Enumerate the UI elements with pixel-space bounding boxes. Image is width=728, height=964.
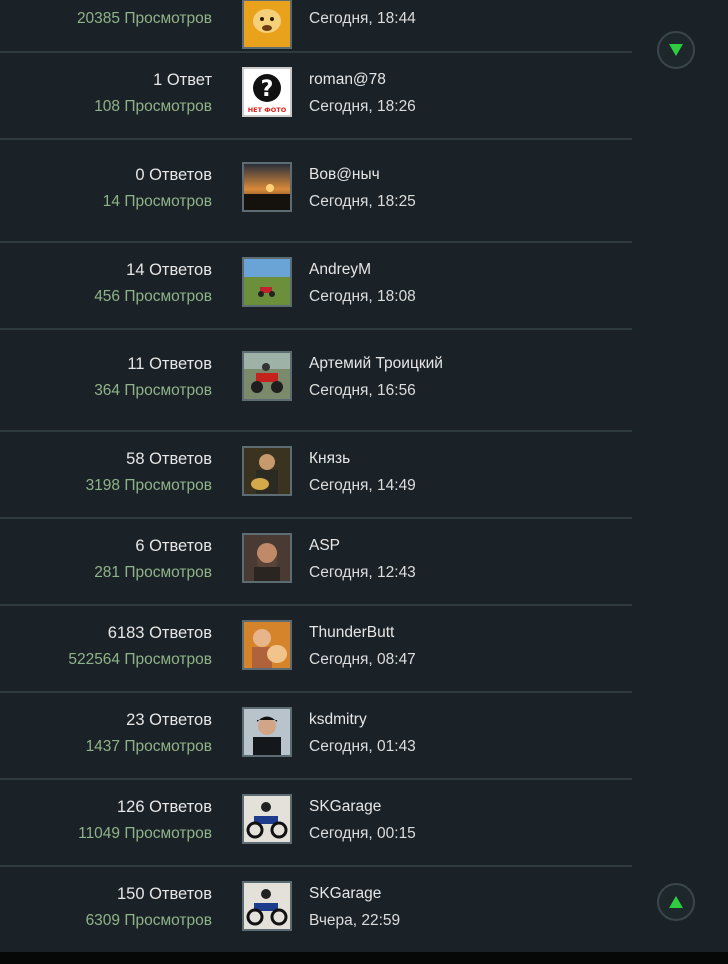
view-count: 108 Просмотров xyxy=(94,98,212,115)
scroll-down-button[interactable] xyxy=(657,31,695,69)
last-post-date[interactable]: Сегодня, 14:49 xyxy=(309,476,416,496)
view-count: 281 Просмотров xyxy=(94,564,212,581)
last-post-date[interactable]: Сегодня, 01:43 xyxy=(309,737,416,757)
author-link[interactable]: SKGarage xyxy=(309,884,400,904)
author-link[interactable]: ThunderButt xyxy=(309,623,416,643)
topic-row[interactable]: 126 Ответов 11049 Просмотров SKGarage Се… xyxy=(0,780,632,867)
reply-count: 23 Ответов xyxy=(126,711,212,729)
view-count: 11049 Просмотров xyxy=(78,825,212,842)
reply-count: 6 Ответов xyxy=(135,537,212,555)
scroll-up-button[interactable] xyxy=(657,883,695,921)
topic-row[interactable]: 20385 Просмотров Сегодня, 18:44 xyxy=(0,0,632,53)
topic-row[interactable]: 6183 Ответов 522564 Просмотров ThunderBu… xyxy=(0,606,632,693)
topic-row[interactable]: 150 Ответов 6309 Просмотров SKGarage Вче… xyxy=(0,867,632,952)
author-link[interactable]: SKGarage xyxy=(309,797,416,817)
topic-row[interactable]: 11 Ответов 364 Просмотров Артемий Троицк… xyxy=(0,330,632,432)
author-link[interactable]: Артемий Троицкий xyxy=(309,354,443,374)
avatar[interactable] xyxy=(242,162,292,212)
author-link[interactable]: Вов@ныч xyxy=(309,165,416,185)
view-count: 364 Просмотров xyxy=(94,382,212,399)
last-post-date[interactable]: Сегодня, 18:08 xyxy=(309,287,416,307)
author-link[interactable]: ksdmitry xyxy=(309,710,416,730)
bottom-bar xyxy=(0,952,728,964)
avatar[interactable] xyxy=(242,0,292,49)
view-count: 456 Просмотров xyxy=(94,288,212,305)
topic-row[interactable]: 6 Ответов 281 Просмотров ASP Сегодня, 12… xyxy=(0,519,632,606)
last-post-date[interactable]: Сегодня, 18:26 xyxy=(309,97,416,117)
last-post-date[interactable]: Сегодня, 08:47 xyxy=(309,650,416,670)
no-photo-label: НЕТ ФОТО xyxy=(248,106,287,114)
reply-count: 14 Ответов xyxy=(126,261,212,279)
topic-row[interactable]: 0 Ответов 14 Просмотров Вов@ныч Сегодня,… xyxy=(0,140,632,243)
last-post-date[interactable]: Вчера, 22:59 xyxy=(309,911,400,931)
topic-row[interactable]: 23 Ответов 1437 Просмотров ksdmitry Сего… xyxy=(0,693,632,780)
avatar[interactable] xyxy=(242,620,292,670)
last-post-date[interactable]: Сегодня, 00:15 xyxy=(309,824,416,844)
view-count: 6309 Просмотров xyxy=(85,912,212,929)
arrow-down-icon xyxy=(669,44,683,56)
author-link[interactable]: Князь xyxy=(309,449,416,469)
avatar[interactable] xyxy=(242,533,292,583)
svg-text:?: ? xyxy=(261,77,274,102)
last-post-date[interactable]: Сегодня, 16:56 xyxy=(309,381,443,401)
topic-row[interactable]: 1 Ответ 108 Просмотров ? НЕТ ФОТО roman@7… xyxy=(0,53,632,140)
avatar[interactable]: ? НЕТ ФОТО xyxy=(242,67,292,117)
reply-count: 58 Ответов xyxy=(126,450,212,468)
avatar[interactable] xyxy=(242,351,292,401)
view-count: 522564 Просмотров xyxy=(68,651,212,668)
avatar[interactable] xyxy=(242,707,292,757)
avatar[interactable] xyxy=(242,446,292,496)
last-post-date[interactable]: Сегодня, 18:25 xyxy=(309,192,416,212)
author-link[interactable]: AndreyM xyxy=(309,260,416,280)
view-count: 14 Просмотров xyxy=(102,193,212,210)
reply-count: 150 Ответов xyxy=(116,885,212,903)
last-post-date[interactable]: Сегодня, 18:44 xyxy=(309,9,416,29)
view-count: 3198 Просмотров xyxy=(85,477,212,494)
author-link[interactable]: roman@78 xyxy=(309,70,416,90)
last-post-date[interactable]: Сегодня, 12:43 xyxy=(309,563,416,583)
arrow-up-icon xyxy=(669,896,683,908)
reply-count: 126 Ответов xyxy=(116,798,212,816)
reply-count: 0 Ответов xyxy=(135,166,212,184)
avatar[interactable] xyxy=(242,257,292,307)
view-count: 20385 Просмотров xyxy=(76,10,212,27)
reply-count: 6183 Ответов xyxy=(107,624,212,642)
reply-count: 11 Ответов xyxy=(127,355,212,373)
avatar[interactable] xyxy=(242,794,292,844)
topic-row[interactable]: 58 Ответов 3198 Просмотров Князь Сегодня… xyxy=(0,432,632,519)
topic-row[interactable]: 14 Ответов 456 Просмотров AndreyM Сегодн… xyxy=(0,243,632,330)
view-count: 1437 Просмотров xyxy=(85,738,212,755)
author-link[interactable]: ASP xyxy=(309,536,416,556)
reply-count: 1 Ответ xyxy=(153,71,212,89)
avatar[interactable] xyxy=(242,881,292,931)
